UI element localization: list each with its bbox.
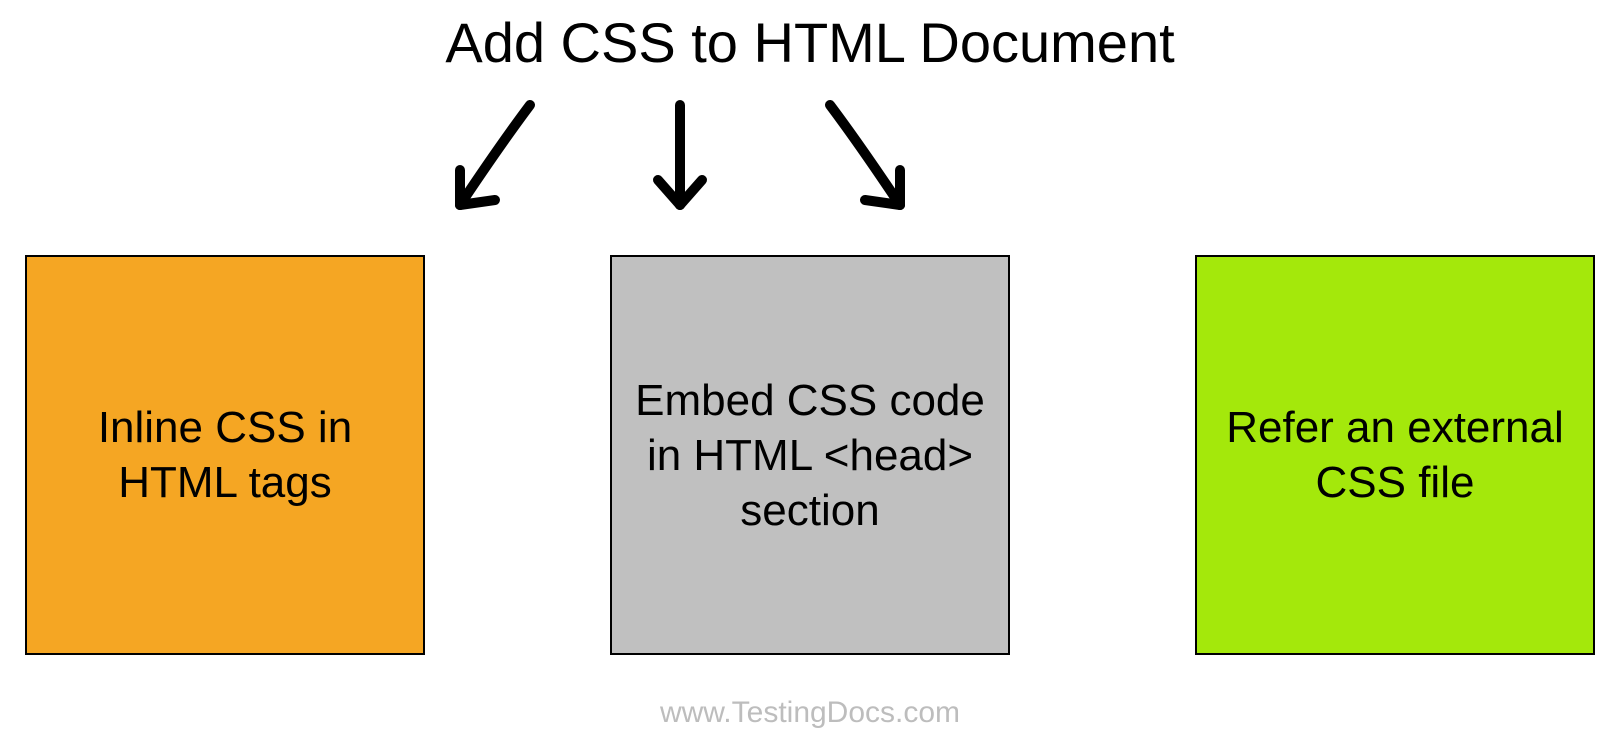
arrow-left-icon — [430, 95, 550, 225]
box-embed-css: Embed CSS code in HTML <head> section — [610, 255, 1010, 655]
arrow-group — [0, 95, 1620, 225]
arrow-right-icon — [810, 95, 930, 225]
box-inline-css: Inline CSS in HTML tags — [25, 255, 425, 655]
diagram-title: Add CSS to HTML Document — [0, 10, 1620, 75]
footer-watermark: www.TestingDocs.com — [0, 696, 1620, 730]
box-label: Embed CSS code in HTML <head> section — [632, 373, 988, 538]
box-label: Inline CSS in HTML tags — [47, 400, 403, 510]
arrow-center-icon — [640, 95, 720, 225]
box-row: Inline CSS in HTML tags Embed CSS code i… — [25, 255, 1595, 655]
box-external-css: Refer an external CSS file — [1195, 255, 1595, 655]
box-label: Refer an external CSS file — [1217, 400, 1573, 510]
